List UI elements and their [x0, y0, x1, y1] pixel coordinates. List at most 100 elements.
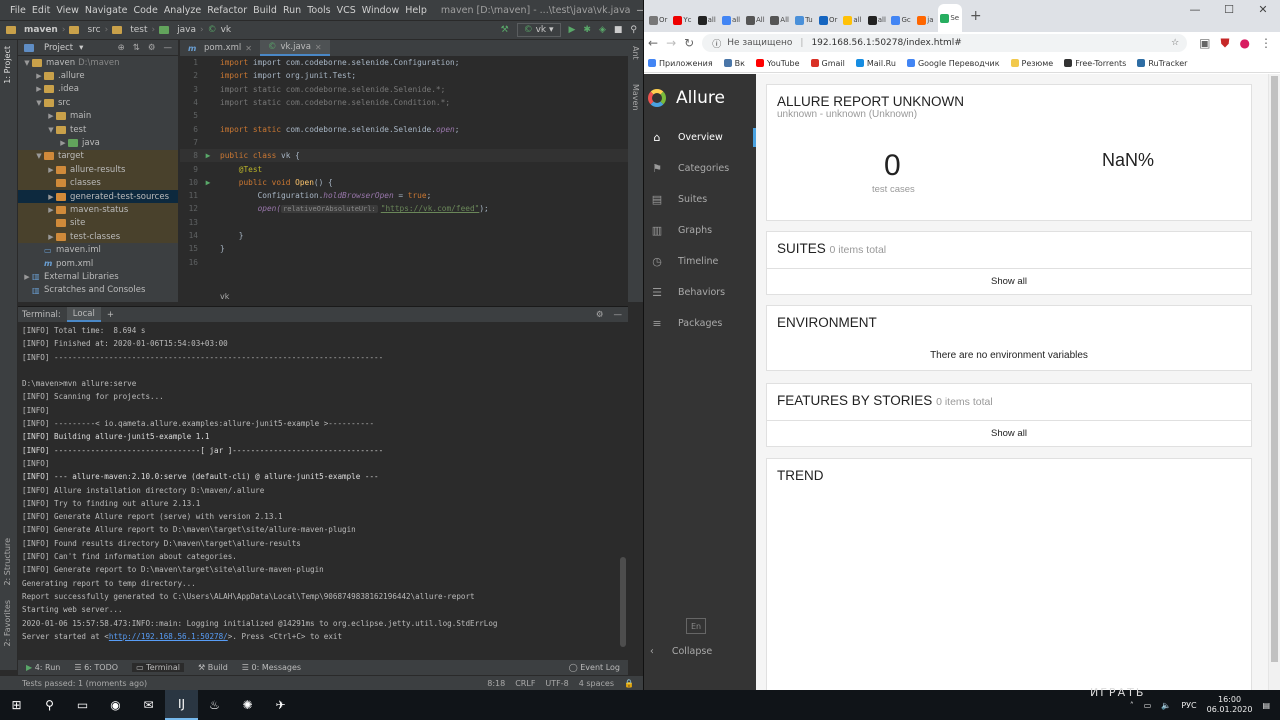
run-gutter-icon[interactable]: ▶ — [200, 178, 216, 187]
coverage-icon[interactable]: ◈ — [599, 25, 606, 35]
dota-icon[interactable]: ✺ — [231, 690, 264, 720]
menu-item-code[interactable]: Code — [133, 5, 157, 16]
clock[interactable]: 16:00 06.01.2020 — [1207, 695, 1253, 715]
run-gutter-icon[interactable]: ▶ — [200, 151, 216, 160]
menu-icon[interactable]: ⋮ — [1260, 36, 1272, 50]
line-separator[interactable]: CRLF — [515, 679, 535, 688]
gear-icon[interactable]: ⚙ — [148, 43, 156, 53]
new-tab-button[interactable]: + — [970, 8, 982, 24]
expand-arrow-icon[interactable]: ▼ — [46, 126, 56, 134]
menu-item-help[interactable]: Help — [405, 5, 427, 16]
tree-item[interactable]: ▼ src — [18, 96, 178, 109]
bookmark-item[interactable]: Gmail — [810, 59, 845, 68]
nav-crumb-maven[interactable]: maven — [24, 25, 58, 35]
volume-icon[interactable]: 🔈 — [1161, 701, 1171, 710]
suites-show-all[interactable]: Show all — [767, 268, 1251, 294]
browser-tab[interactable]: Gc — [889, 8, 913, 32]
lock-icon[interactable]: 🔒 — [624, 679, 634, 688]
code-token[interactable]: "https://vk.com/feed" — [381, 204, 480, 213]
ublock-icon[interactable]: ⛊ — [1221, 36, 1230, 51]
tree-item[interactable]: ▥ Scratches and Consoles — [18, 284, 178, 297]
chevron-up-icon[interactable]: ˄ — [1130, 701, 1134, 710]
bookmark-item[interactable]: Free-Torrents — [1064, 59, 1126, 68]
stop-icon[interactable]: ■ — [614, 25, 623, 35]
tree-item[interactable]: ▶ ▥ External Libraries — [18, 270, 178, 283]
expand-arrow-icon[interactable]: ▼ — [34, 99, 44, 107]
expand-arrow-icon[interactable]: ▶ — [46, 233, 56, 241]
menu-item-tools[interactable]: Tools — [307, 5, 330, 16]
minimize-icon[interactable]: — — [637, 5, 643, 16]
tab-pom-xml[interactable]: m pom.xml ✕ — [180, 40, 260, 56]
expand-arrow-icon[interactable]: ▼ — [34, 152, 44, 160]
back-icon[interactable]: ← — [648, 36, 658, 50]
intellij-icon[interactable]: IJ — [165, 690, 198, 720]
collapse-button[interactable]: ‹ Collapse — [650, 646, 712, 657]
tree-item[interactable]: ▶ allure-results — [18, 163, 178, 177]
steam-icon[interactable]: ♨ — [198, 690, 231, 720]
menu-item-view[interactable]: View — [56, 5, 79, 16]
menu-item-build[interactable]: Build — [253, 5, 277, 16]
structure-tool-tab[interactable]: 2: Structure — [3, 538, 12, 586]
menu-item-vcs[interactable]: VCS — [337, 5, 356, 16]
tree-item[interactable]: m pom.xml — [18, 257, 178, 270]
start-icon[interactable]: ⊞ — [0, 690, 33, 720]
run-config-select[interactable]: © vk ▾ — [516, 23, 561, 37]
tree-item[interactable]: ▼ target — [18, 149, 178, 164]
expand-arrow-icon[interactable]: ▶ — [46, 166, 56, 174]
page-scrollbar[interactable] — [1268, 74, 1280, 690]
tree-item[interactable]: ▶ java — [18, 136, 178, 149]
chrome-icon[interactable]: ◉ — [99, 690, 132, 720]
bookmark-item[interactable]: Google Переводчик — [906, 59, 1000, 68]
features-show-all[interactable]: Show all — [767, 420, 1251, 446]
nav-crumb-vk[interactable]: vk — [221, 25, 232, 35]
browser-tab[interactable]: ja — [913, 8, 937, 32]
code-editor[interactable]: m pom.xml ✕ © vk.java ✕ 1 import import com.c… — [180, 40, 628, 302]
expand-arrow-icon[interactable]: ▼ — [22, 59, 32, 67]
star-icon[interactable]: ☆ — [1171, 38, 1187, 48]
build-tool-tab[interactable]: ⚒ Build — [198, 663, 228, 672]
browser-tab[interactable]: all — [719, 8, 743, 32]
tree-item[interactable]: ▭ maven.iml — [18, 243, 178, 256]
menu-item-window[interactable]: Window — [362, 5, 399, 16]
terminal-tab-local[interactable]: Local — [66, 307, 101, 322]
project-tool-tab[interactable]: 1: Project — [3, 46, 12, 84]
nav-crumb-test[interactable]: test — [130, 25, 147, 35]
address-bar[interactable]: ⓘ Не защищено | 192.168.56.1:50278/index… — [702, 34, 1188, 52]
terminal-tool-tab[interactable]: ▭ Terminal — [132, 663, 184, 672]
expand-arrow-icon[interactable]: ▶ — [34, 85, 44, 93]
reload-icon[interactable]: ↻ — [684, 36, 694, 50]
run-tool-tab[interactable]: ▶ 4: Run — [26, 663, 60, 672]
expand-arrow-icon[interactable]: ▶ — [22, 273, 32, 281]
close-tab-icon[interactable]: ✕ — [315, 43, 322, 52]
favorites-tool-tab[interactable]: 2: Favorites — [3, 600, 12, 646]
keyboard-language[interactable]: РУС — [1181, 701, 1196, 710]
tree-item[interactable]: classes — [18, 176, 178, 190]
terminal-scrollbar[interactable] — [620, 557, 626, 647]
telegram-icon[interactable]: ✈ — [264, 690, 297, 720]
close-tab-icon[interactable]: ✕ — [245, 44, 252, 53]
bookmark-item[interactable]: YouTube — [756, 59, 800, 68]
browser-tab[interactable]: Or — [816, 8, 840, 32]
file-encoding[interactable]: UTF-8 — [545, 679, 568, 688]
expand-arrow-icon[interactable]: ▶ — [58, 139, 68, 147]
info-icon[interactable]: ⓘ — [712, 37, 721, 50]
expand-arrow-icon[interactable]: ▶ — [46, 193, 56, 201]
ant-tool-tab[interactable]: Ant — [631, 46, 640, 60]
tab-vk-java[interactable]: © vk.java ✕ — [259, 40, 330, 56]
debug-icon[interactable]: ✱ — [583, 25, 591, 35]
language-select[interactable]: En — [686, 618, 706, 634]
tree-item[interactable]: ▶ main — [18, 110, 178, 123]
nav-crumb-src[interactable]: src — [87, 25, 100, 35]
minimize-icon[interactable]: — — [1178, 0, 1212, 20]
forward-icon[interactable]: → — [666, 36, 676, 50]
sidebar-item-behaviors[interactable]: ☰ Behaviors — [644, 277, 756, 308]
bookmark-item[interactable]: Приложения — [648, 59, 713, 68]
browser-tab[interactable]: Tu — [792, 8, 816, 32]
caret-position[interactable]: 8:18 — [487, 679, 505, 688]
terminal-panel[interactable]: Terminal: Local + ⚙ — [INFO] Total time: … — [18, 306, 628, 658]
search-icon[interactable]: ⚲ — [33, 690, 66, 720]
menu-item-run[interactable]: Run — [283, 5, 301, 16]
network-icon[interactable]: ▭ — [1144, 701, 1152, 710]
bookmark-item[interactable]: RuTracker — [1137, 59, 1187, 68]
close-icon[interactable]: ✕ — [1246, 0, 1280, 20]
